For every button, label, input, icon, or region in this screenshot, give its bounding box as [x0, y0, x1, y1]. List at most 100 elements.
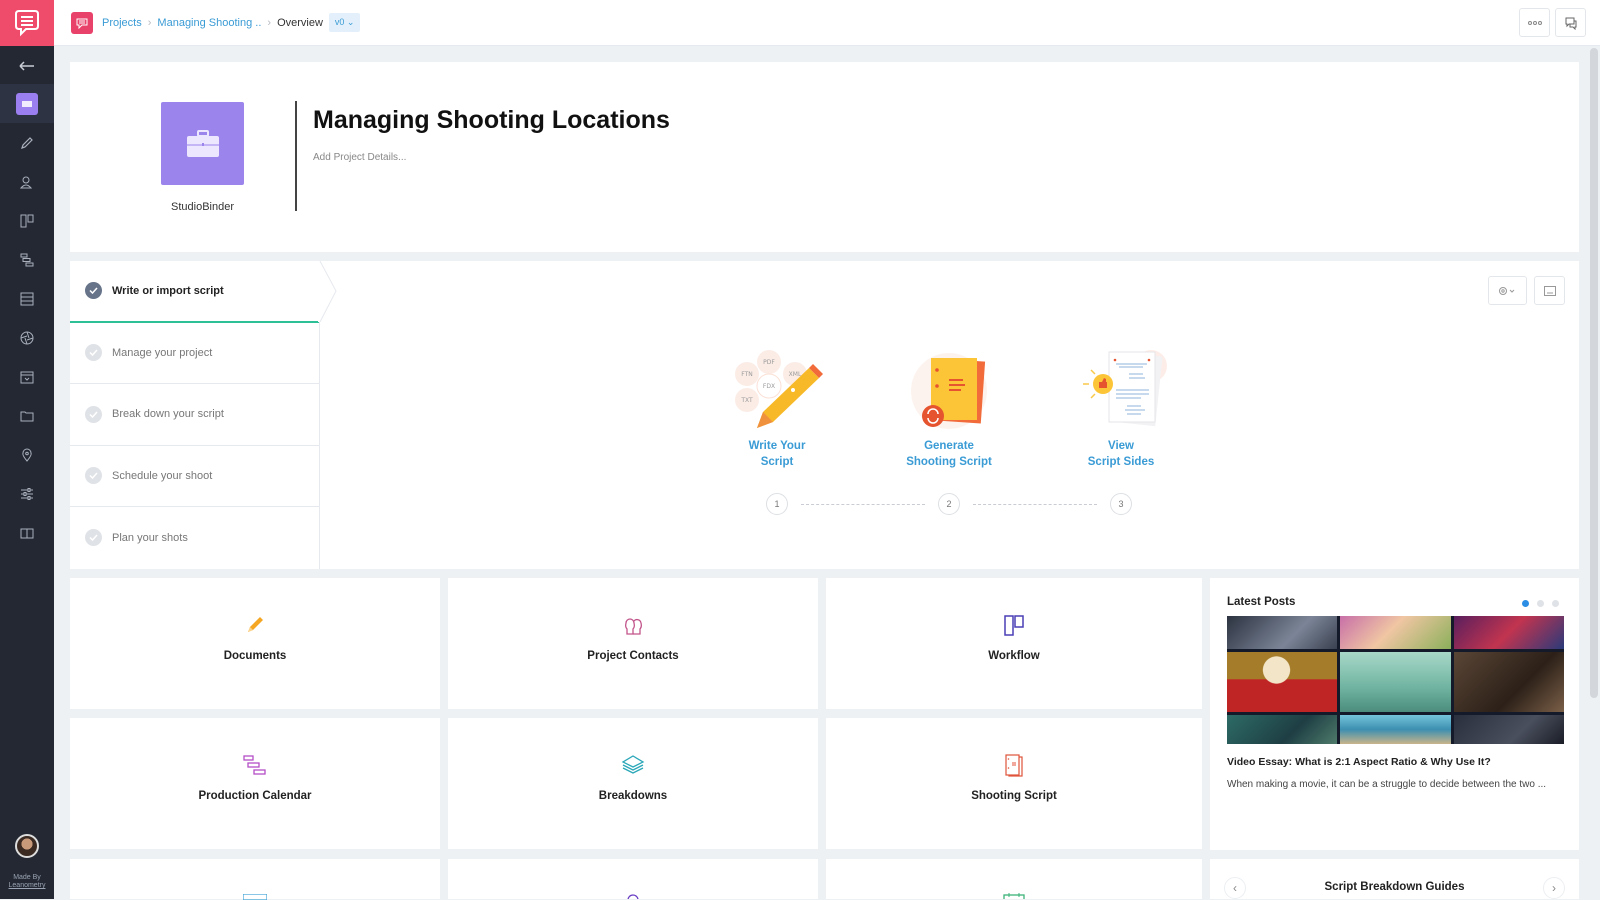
- sidebar-item-calendar[interactable]: [0, 357, 54, 396]
- aperture-icon: [20, 331, 34, 344]
- page-scrollbar[interactable]: [1590, 48, 1598, 698]
- step-manage-project[interactable]: Manage your project: [70, 323, 319, 384]
- shooting-script-illustration: [899, 346, 999, 436]
- sidebar-item-contacts[interactable]: [0, 162, 54, 201]
- script-sides-illustration: [1071, 346, 1171, 436]
- feature-view-script-sides[interactable]: View Script Sides: [1061, 346, 1181, 470]
- step-schedule-shoot[interactable]: Schedule your shoot: [70, 446, 319, 507]
- carousel-dot-2[interactable]: [1537, 600, 1544, 607]
- tile-label: Production Calendar: [198, 790, 312, 802]
- calendar-icon: [20, 371, 34, 383]
- sidebar-back-button[interactable]: [0, 48, 54, 84]
- check-circle-icon: [85, 405, 102, 423]
- app-logo[interactable]: [0, 0, 54, 46]
- schedule-icon: [243, 894, 267, 900]
- tile-row3-1[interactable]: [70, 859, 440, 900]
- feature-write-script[interactable]: PDF FTN FDX XML TXT Write Your Script: [717, 346, 837, 470]
- latest-posts-card: Latest Posts Video Essay: What is 2:1 As…: [1210, 578, 1579, 850]
- post-excerpt: When making a movie, it can be a struggl…: [1227, 779, 1547, 790]
- overview-icon: [22, 100, 32, 107]
- workflow-icon: [20, 214, 34, 227]
- step-label: Write or import script: [112, 284, 224, 297]
- sidebar-item-production-calendar[interactable]: [0, 240, 54, 279]
- breadcrumb-current: Overview: [277, 16, 323, 29]
- gear-icon: [1498, 286, 1514, 295]
- sidebar-item-locations[interactable]: [0, 435, 54, 474]
- breadcrumb-project[interactable]: Managing Shooting ..: [157, 17, 261, 29]
- step-break-down-script[interactable]: Break down your script: [70, 384, 319, 446]
- check-circle-icon: [85, 282, 102, 300]
- sidebar: Made By Leanometry: [0, 0, 54, 899]
- project-icon[interactable]: [71, 11, 93, 34]
- header-divider: [295, 101, 297, 211]
- guides-title: Script Breakdown Guides: [1324, 881, 1465, 893]
- sidebar-item-documents[interactable]: [0, 123, 54, 162]
- sidebar-item-script-sides[interactable]: [0, 513, 54, 552]
- page-title[interactable]: Managing Shooting Locations: [313, 106, 670, 135]
- step-number-1: 1: [766, 493, 788, 515]
- minimize-window-icon: [1543, 285, 1556, 296]
- made-by-credit[interactable]: Made By Leanometry: [0, 874, 54, 890]
- layers-icon: [621, 755, 645, 774]
- comments-button[interactable]: [1555, 8, 1586, 37]
- svg-text:TXT: TXT: [740, 397, 753, 404]
- sidebar-item-workflow[interactable]: [0, 201, 54, 240]
- made-by-brand[interactable]: Leanometry: [0, 882, 54, 890]
- tile-shooting-script[interactable]: Shooting Script: [826, 718, 1202, 849]
- tile-label: Shooting Script: [971, 790, 1057, 802]
- post-thumbnail[interactable]: [1227, 616, 1564, 744]
- tile-label: Breakdowns: [598, 790, 668, 802]
- sidebar-item-breakdowns[interactable]: [0, 279, 54, 318]
- tile-breakdowns[interactable]: Breakdowns: [448, 718, 818, 849]
- organization-name: StudioBinder: [171, 201, 234, 213]
- sidebar-item-shot-list[interactable]: [0, 318, 54, 357]
- check-circle-icon: [85, 344, 102, 362]
- step-number-2: 2: [938, 493, 960, 515]
- step-label: Plan your shots: [112, 531, 188, 544]
- arrow-left-icon: [19, 61, 34, 71]
- carousel-dot-3[interactable]: [1552, 600, 1559, 607]
- project-details-field[interactable]: Add Project Details...: [313, 152, 406, 163]
- step-connector: [801, 504, 925, 505]
- step-plan-shots[interactable]: Plan your shots: [70, 507, 319, 569]
- sliders-icon: [21, 487, 33, 500]
- tile-production-calendar[interactable]: Production Calendar: [70, 718, 440, 849]
- tile-row3-3[interactable]: [826, 859, 1202, 899]
- version-dropdown[interactable]: v0 ⌄: [328, 13, 361, 32]
- tile-workflow[interactable]: Workflow: [826, 578, 1202, 709]
- active-step-pointer: [318, 261, 337, 322]
- contacts-icon: [625, 618, 642, 635]
- user-avatar[interactable]: [15, 834, 39, 858]
- feature-generate-shooting-script[interactable]: Generate Shooting Script: [889, 346, 1009, 470]
- sidebar-item-settings[interactable]: [0, 474, 54, 513]
- sidebar-item-files[interactable]: [0, 396, 54, 435]
- step-write-import-script[interactable]: Write or import script: [70, 261, 319, 323]
- contacts-icon: [20, 176, 33, 188]
- briefcase-icon: [186, 129, 219, 157]
- guides-next-button[interactable]: ›: [1543, 877, 1565, 899]
- breadcrumb-projects[interactable]: Projects: [102, 17, 142, 29]
- calendar-icon: [1003, 893, 1025, 899]
- top-bar: Projects › Managing Shooting .. › Overvi…: [54, 0, 1600, 46]
- step-number-3: 3: [1110, 493, 1132, 515]
- more-options-button[interactable]: [1519, 8, 1550, 37]
- panel-settings-dropdown[interactable]: [1488, 276, 1527, 305]
- sidebar-item-overview[interactable]: [0, 84, 54, 123]
- step-label: Schedule your shoot: [112, 469, 213, 482]
- carousel-dot-1[interactable]: [1522, 600, 1529, 607]
- write-script-illustration: PDF FTN FDX XML TXT: [727, 346, 827, 436]
- script-icon: [1005, 754, 1023, 777]
- tile-label: Workflow: [988, 650, 1040, 662]
- project-thumbnail[interactable]: [161, 102, 244, 185]
- tile-documents[interactable]: Documents: [70, 578, 440, 709]
- tile-project-contacts[interactable]: Project Contacts: [448, 578, 818, 709]
- tile-row3-2[interactable]: [448, 859, 818, 899]
- svg-text:FDX: FDX: [763, 383, 775, 390]
- chat-bubble-lines-icon: [76, 18, 88, 29]
- location-pin-icon: [22, 448, 32, 462]
- person-icon: [627, 894, 639, 899]
- panel-minimize-button[interactable]: [1534, 276, 1565, 305]
- script-breakdown-guides-card: ‹ Script Breakdown Guides ›: [1210, 859, 1579, 899]
- post-title-link[interactable]: Video Essay: What is 2:1 Aspect Ratio & …: [1227, 756, 1491, 768]
- steps-list: Write or import script Manage your proje…: [70, 261, 320, 569]
